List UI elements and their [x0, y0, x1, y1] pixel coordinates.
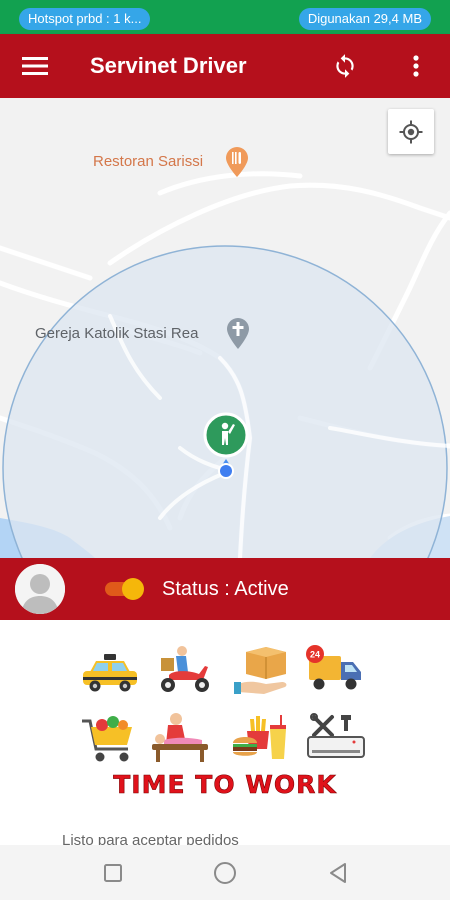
more-vert-icon[interactable]	[396, 46, 436, 86]
hamburger-menu-icon[interactable]	[15, 46, 55, 86]
cross-icon[interactable]	[225, 317, 251, 349]
data-usage-pill: Digunakan 29,4 MB	[298, 8, 431, 30]
back-icon[interactable]	[324, 859, 352, 887]
app-title: Servinet Driver	[90, 53, 247, 78]
svg-text:24: 24	[310, 650, 320, 660]
poi-restaurant-label[interactable]: Restoran Sarissi	[93, 153, 203, 170]
app-bar: Servinet Driver	[0, 34, 450, 98]
fork-knife-icon[interactable]	[224, 147, 250, 177]
recents-icon[interactable]	[99, 859, 127, 887]
fast-food-icon[interactable]	[230, 711, 290, 766]
status-toggle[interactable]	[104, 577, 146, 601]
home-icon[interactable]	[211, 859, 239, 887]
delivery-truck-24-icon[interactable]: 24	[305, 644, 365, 699]
time-to-work-banner: TIME TO WORK	[113, 770, 337, 800]
taxi-icon[interactable]	[80, 646, 140, 701]
my-location-button[interactable]	[388, 109, 434, 154]
system-navigation-bar	[0, 845, 450, 900]
shopping-cart-icon[interactable]	[80, 713, 140, 768]
massage-icon[interactable]	[150, 710, 210, 765]
status-text: Status : Active	[162, 578, 289, 600]
gps-crosshair-icon	[399, 120, 423, 143]
system-status-bar: Hotspot prbd : 1 k... Digunakan 29,4 MB	[0, 0, 450, 34]
sync-icon[interactable]	[325, 46, 365, 86]
scooter-courier-icon[interactable]	[155, 642, 215, 697]
poi-church-label[interactable]: Gereja Katolik Stasi Rea	[35, 325, 198, 342]
user-avatar-icon[interactable]	[15, 564, 65, 614]
hotspot-pill: Hotspot prbd : 1 k...	[19, 8, 151, 30]
ac-repair-tools-icon[interactable]	[306, 713, 366, 768]
current-position-dot	[218, 463, 234, 479]
map-view[interactable]: Restoran Sarissi Gereja Katolik Stasi Re…	[0, 98, 450, 558]
package-hand-icon[interactable]	[234, 644, 294, 699]
driver-status-bar: Status : Active	[0, 558, 450, 620]
services-panel: 24 TIME TO WORK Listo para aceptar pedid	[0, 620, 450, 849]
